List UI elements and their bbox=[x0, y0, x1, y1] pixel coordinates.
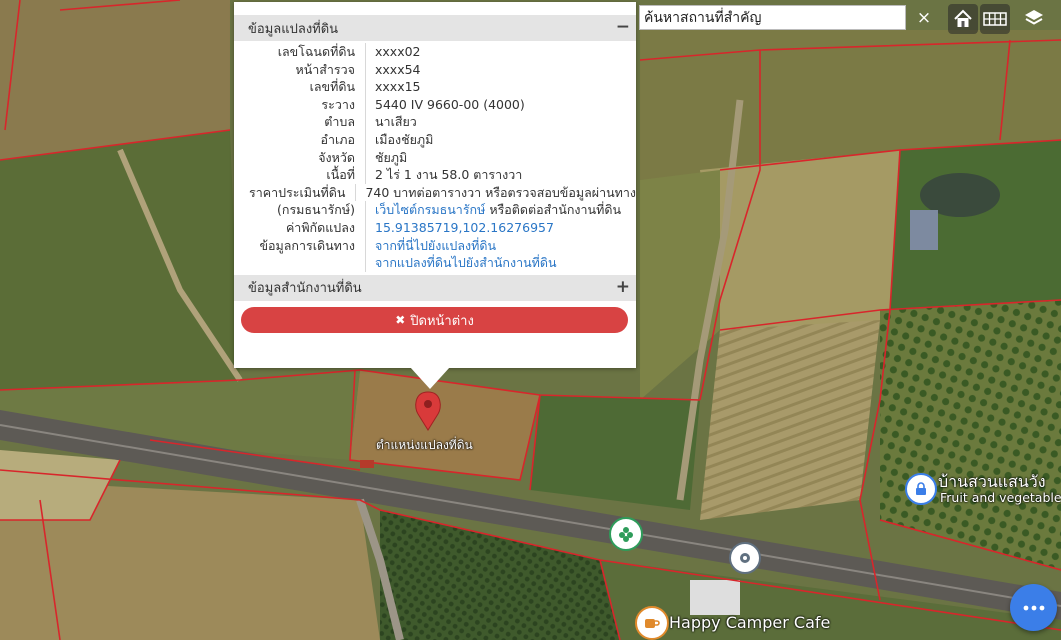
treasury-website-link[interactable]: เว็บไซต์กรมธนารักษ์ bbox=[375, 202, 485, 217]
layers-button[interactable] bbox=[1019, 4, 1049, 34]
info-row: จังหวัด ชัยภูมิ bbox=[234, 148, 636, 167]
parcel-info-popup: ข้อมูลแปลงที่ดิน − เลขโฉนดที่ดิน xxxx02 ห… bbox=[234, 2, 636, 368]
home-icon bbox=[954, 9, 972, 27]
parcel-info-table: เลขโฉนดที่ดิน xxxx02 หน้าสำรวจ xxxx54 เลขท… bbox=[234, 43, 636, 272]
parcel-info-header[interactable]: ข้อมูลแปลงที่ดิน − bbox=[234, 15, 636, 41]
grid-button[interactable] bbox=[980, 4, 1010, 34]
coord-row: ค่าพิกัดแปลง 15.91385719,102.16276957 bbox=[234, 218, 636, 237]
poi-flower-icon[interactable] bbox=[609, 517, 643, 551]
row-value: xxxx54 bbox=[375, 61, 421, 77]
info-row: ระวาง 5440 IV 9660-00 (4000) bbox=[234, 95, 636, 114]
row-label: ตำบล bbox=[234, 113, 366, 131]
more-options-button[interactable] bbox=[1010, 584, 1057, 631]
travel-row-2: จากแปลงที่ดินไปยังสำนักงานที่ดิน bbox=[234, 254, 636, 272]
price-label-source: (กรมธนารักษ์) bbox=[234, 201, 366, 219]
travel-row: ข้อมูลการเดินทาง จากที่นี่ไปยังแปลงที่ดิ… bbox=[234, 236, 636, 255]
row-label: ระวาง bbox=[234, 95, 366, 114]
land-office-title: ข้อมูลสำนักงานที่ดิน bbox=[248, 281, 362, 297]
info-row: เลขที่ดิน xxxx15 bbox=[234, 78, 636, 96]
parcel-location-label: ตำแหน่งแปลงที่ดิน bbox=[376, 438, 473, 452]
row-value: xxxx15 bbox=[375, 79, 421, 95]
poi-cafe-icon[interactable] bbox=[635, 606, 669, 640]
row-value: นาเสียว bbox=[375, 114, 417, 130]
row-label: เนื้อที่ bbox=[234, 166, 366, 184]
row-value: ชัยภูมิ bbox=[375, 149, 408, 165]
close-icon: ✖ bbox=[395, 313, 406, 327]
info-row: หน้าสำรวจ xxxx54 bbox=[234, 60, 636, 79]
clear-search-icon[interactable]: × bbox=[910, 5, 938, 30]
grid-icon bbox=[983, 12, 1007, 26]
popup-pointer bbox=[410, 367, 450, 389]
coordinate-link[interactable]: 15.91385719,102.16276957 bbox=[375, 220, 554, 235]
poi-lock-icon[interactable] bbox=[905, 473, 937, 505]
info-row: เนื้อที่ 2 ไร่ 1 งาน 58.0 ตารางวา bbox=[234, 166, 636, 184]
home-button[interactable] bbox=[948, 4, 978, 34]
directions-to-parcel-link[interactable]: จากที่นี่ไปยังแปลงที่ดิน bbox=[375, 238, 496, 253]
price-row: ราคาประเมินที่ดิน 740 บาทต่อตารางวา หรือ… bbox=[234, 183, 636, 202]
row-value: 2 ไร่ 1 งาน 58.0 ตารางวา bbox=[375, 167, 523, 183]
info-row: ตำบล นาเสียว bbox=[234, 113, 636, 131]
price-value: 740 บาทต่อตารางวา หรือตรวจสอบข้อมูลผ่านท… bbox=[365, 184, 636, 200]
price-row-2: (กรมธนารักษ์) เว็บไซต์กรมธนารักษ์ หรือติ… bbox=[234, 201, 636, 219]
poi-pin-icon[interactable] bbox=[729, 542, 761, 574]
row-label: เลขโฉนดที่ดิน bbox=[234, 43, 366, 61]
coord-label: ค่าพิกัดแปลง bbox=[234, 218, 366, 237]
land-office-header[interactable]: ข้อมูลสำนักงานที่ดิน + bbox=[234, 274, 636, 301]
expand-icon[interactable]: + bbox=[616, 277, 630, 297]
price-label: ราคาประเมินที่ดิน bbox=[234, 183, 357, 202]
poi-cafe-name: Happy Camper Cafe bbox=[669, 613, 831, 632]
search-input[interactable] bbox=[639, 5, 906, 30]
row-value: 5440 IV 9660-00 (4000) bbox=[375, 96, 525, 112]
close-window-label: ปิดหน้าต่าง bbox=[410, 313, 474, 329]
parcel-info-title: ข้อมูลแปลงที่ดิน bbox=[248, 21, 339, 37]
info-row: อำเภอ เมืองชัยภูมิ bbox=[234, 130, 636, 149]
poi-fruit-subtitle: Fruit and vegetable bbox=[940, 490, 1061, 505]
info-row: เลขโฉนดที่ดิน xxxx02 bbox=[234, 43, 636, 61]
row-label: เลขที่ดิน bbox=[234, 78, 366, 96]
layers-icon bbox=[1025, 10, 1043, 25]
row-label: หน้าสำรวจ bbox=[234, 60, 366, 79]
row-label: อำเภอ bbox=[234, 130, 366, 149]
row-value: เมืองชัยภูมิ bbox=[375, 131, 434, 147]
collapse-icon[interactable]: − bbox=[616, 17, 630, 37]
close-window-button[interactable]: ✖ ปิดหน้าต่าง bbox=[241, 307, 628, 333]
more-dots-icon bbox=[1023, 605, 1044, 610]
row-value: xxxx02 bbox=[375, 44, 421, 59]
directions-to-office-link[interactable]: จากแปลงที่ดินไปยังสำนักงานที่ดิน bbox=[375, 255, 557, 270]
travel-label: ข้อมูลการเดินทาง bbox=[234, 236, 366, 255]
row-label: จังหวัด bbox=[234, 148, 366, 167]
price-contact-text: หรือติดต่อสำนักงานที่ดิน bbox=[485, 202, 621, 218]
price-value-2: เว็บไซต์กรมธนารักษ์ หรือติดต่อสำนักงานที… bbox=[366, 201, 621, 219]
